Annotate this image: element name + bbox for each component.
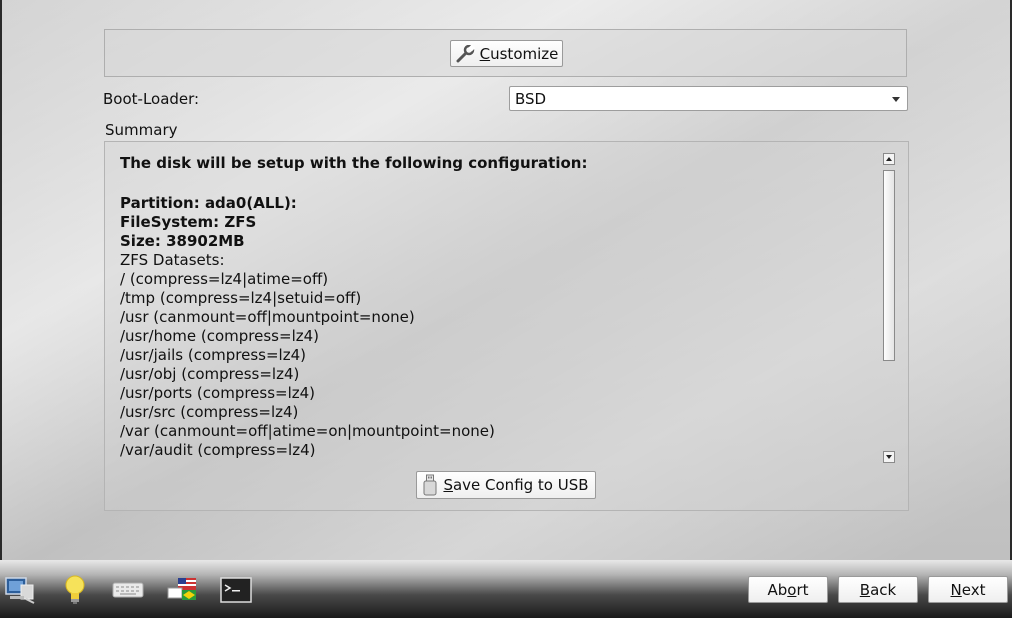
dataset-line: /usr/ports (compress=lz4) bbox=[120, 384, 316, 402]
summary-size-line: Size: 38902MB bbox=[120, 232, 245, 250]
dataset-line: /var (canmount=off|atime=on|mountpoint=n… bbox=[120, 422, 495, 440]
summary-label: Summary bbox=[105, 121, 178, 139]
summary-heading: The disk will be setup with the followin… bbox=[120, 154, 588, 172]
wrench-icon bbox=[455, 44, 475, 63]
abort-button[interactable]: Ab o rt bbox=[748, 576, 828, 603]
bootloader-selected-value: BSD bbox=[515, 89, 547, 108]
summary-datasets-label: ZFS Datasets: bbox=[120, 251, 225, 269]
scrollbar-thumb[interactable] bbox=[883, 170, 895, 361]
save-config-usb-button[interactable]: Save Config to USB bbox=[416, 471, 596, 499]
summary-scrollbar[interactable] bbox=[883, 153, 896, 463]
summary-filesystem-line: FileSystem: ZFS bbox=[120, 213, 257, 231]
scroll-down-arrow-icon[interactable] bbox=[883, 451, 895, 463]
chevron-down-icon bbox=[892, 97, 900, 102]
next-button[interactable]: Next bbox=[928, 576, 1008, 603]
hint-lightbulb-icon[interactable] bbox=[59, 574, 91, 606]
window-border-left bbox=[0, 0, 2, 618]
dataset-line: /usr (canmount=off|mountpoint=none) bbox=[120, 308, 415, 326]
system-info-icon[interactable] bbox=[4, 574, 36, 606]
dataset-line: /usr/jails (compress=lz4) bbox=[120, 346, 306, 364]
bootloader-select[interactable]: BSD bbox=[509, 86, 908, 111]
summary-partition-line: Partition: ada0(ALL): bbox=[120, 194, 297, 212]
dataset-line: /usr/obj (compress=lz4) bbox=[120, 365, 300, 383]
scroll-up-arrow-icon[interactable] bbox=[883, 153, 895, 165]
dataset-line: /tmp (compress=lz4|setuid=off) bbox=[120, 289, 362, 307]
dataset-line: /usr/home (compress=lz4) bbox=[120, 327, 319, 345]
usb-drive-icon bbox=[423, 474, 437, 496]
summary-text-area: The disk will be setup with the followin… bbox=[120, 152, 880, 464]
bootloader-label: Boot-Loader: bbox=[103, 90, 200, 108]
dataset-line: /var/audit (compress=lz4) bbox=[120, 441, 316, 459]
dataset-line: /usr/src (compress=lz4) bbox=[120, 403, 299, 421]
dataset-line: / (compress=lz4|atime=off) bbox=[120, 270, 329, 288]
keyboard-icon[interactable] bbox=[112, 574, 144, 606]
save-config-usb-label: Save Config to USB bbox=[443, 476, 589, 494]
back-button[interactable]: Back bbox=[838, 576, 918, 603]
customize-label: Customize bbox=[479, 44, 559, 63]
terminal-icon[interactable] bbox=[220, 574, 252, 606]
customize-button[interactable]: Customize bbox=[450, 40, 563, 67]
language-flags-icon[interactable] bbox=[166, 574, 198, 606]
